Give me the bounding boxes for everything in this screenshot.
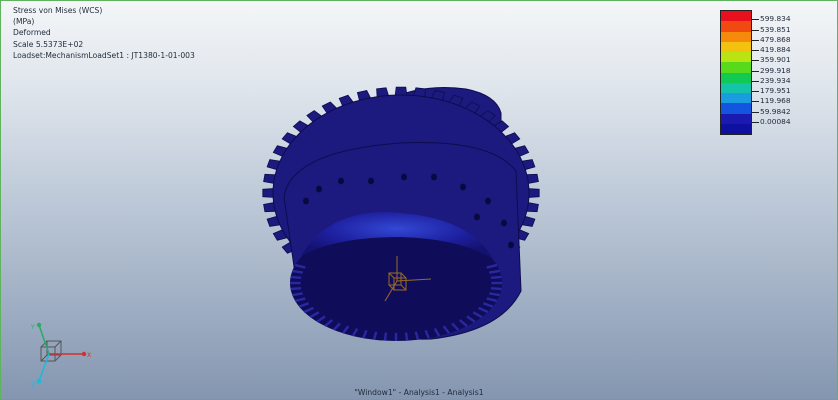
legend-swatch — [721, 41, 751, 52]
ring-hole — [474, 213, 480, 221]
spline-tooth — [290, 287, 302, 291]
ring-hole — [338, 177, 344, 185]
legend-value: 359.901 — [760, 55, 791, 65]
x-axis-tip-icon — [81, 351, 87, 357]
analysis-viewport[interactable]: Stress von Mises (WCS) (MPa) Deformed Sc… — [0, 0, 838, 400]
y-axis-tip-icon — [36, 322, 42, 328]
gear-tooth — [262, 188, 274, 198]
legend-tick — [751, 121, 759, 123]
legend-value: 179.951 — [760, 86, 791, 95]
spline-tooth — [490, 275, 502, 279]
legend-tick — [751, 50, 759, 51]
spline-tooth — [292, 292, 303, 297]
legend-swatch — [721, 72, 751, 83]
gear-tooth — [528, 188, 540, 198]
legend-color-bar — [720, 10, 752, 135]
legend-tick — [751, 29, 759, 31]
legend-tick — [751, 39, 759, 41]
legend-swatch — [721, 82, 751, 93]
legend-swatch — [721, 93, 751, 104]
spline-tooth — [290, 275, 302, 279]
legend-swatch — [721, 52, 751, 63]
spline-tooth — [383, 332, 388, 341]
spline-tooth — [292, 269, 303, 274]
z-axis-tip-icon — [36, 378, 42, 384]
view-triad: X Y Z — [30, 322, 91, 389]
window-status-label: "Window1" - Analysis1 - Analysis1 — [354, 388, 484, 397]
gear-model[interactable] — [1, 1, 837, 399]
ring-hole — [508, 241, 514, 249]
legend-value: 539.851 — [760, 24, 791, 34]
spline-tooth — [489, 292, 500, 297]
gear-tooth — [394, 86, 408, 96]
legend-swatch — [721, 113, 751, 124]
ring-hole — [368, 177, 374, 185]
legend-tick — [751, 80, 759, 82]
legend-tick — [751, 19, 759, 21]
ring-hole — [460, 183, 466, 191]
ring-hole — [316, 185, 322, 193]
legend-tick — [751, 101, 759, 103]
spline-tooth — [404, 332, 409, 341]
legend-tick — [751, 70, 759, 72]
legend-value: 299.918 — [760, 65, 791, 75]
legend-value: 119.968 — [760, 96, 791, 106]
spline-tooth — [490, 287, 502, 291]
ring-hole — [303, 197, 309, 205]
ring-hole — [431, 173, 437, 181]
legend-value: 419.884 — [760, 45, 791, 54]
legend-tick — [751, 111, 759, 113]
legend-swatch — [721, 31, 751, 42]
legend-value: 479.868 — [760, 34, 791, 44]
legend-swatch — [721, 123, 751, 134]
triad-x-label: X — [87, 352, 91, 359]
spline-tooth — [489, 269, 500, 274]
legend-tick — [751, 91, 759, 92]
legend-swatch — [721, 103, 751, 114]
legend-value: 59.9842 — [760, 106, 791, 116]
ring-hole — [401, 173, 407, 181]
legend-value: 599.834 — [760, 14, 791, 24]
legend-tick — [751, 60, 759, 62]
legend-value: 0.00084 — [760, 116, 791, 126]
legend-swatch — [721, 11, 751, 22]
legend-swatch — [721, 21, 751, 32]
legend-swatch — [721, 62, 751, 73]
ring-hole — [501, 219, 507, 227]
ring-hole — [485, 197, 491, 205]
triad-y-label: Y — [30, 324, 35, 331]
legend-value: 239.934 — [760, 75, 791, 85]
